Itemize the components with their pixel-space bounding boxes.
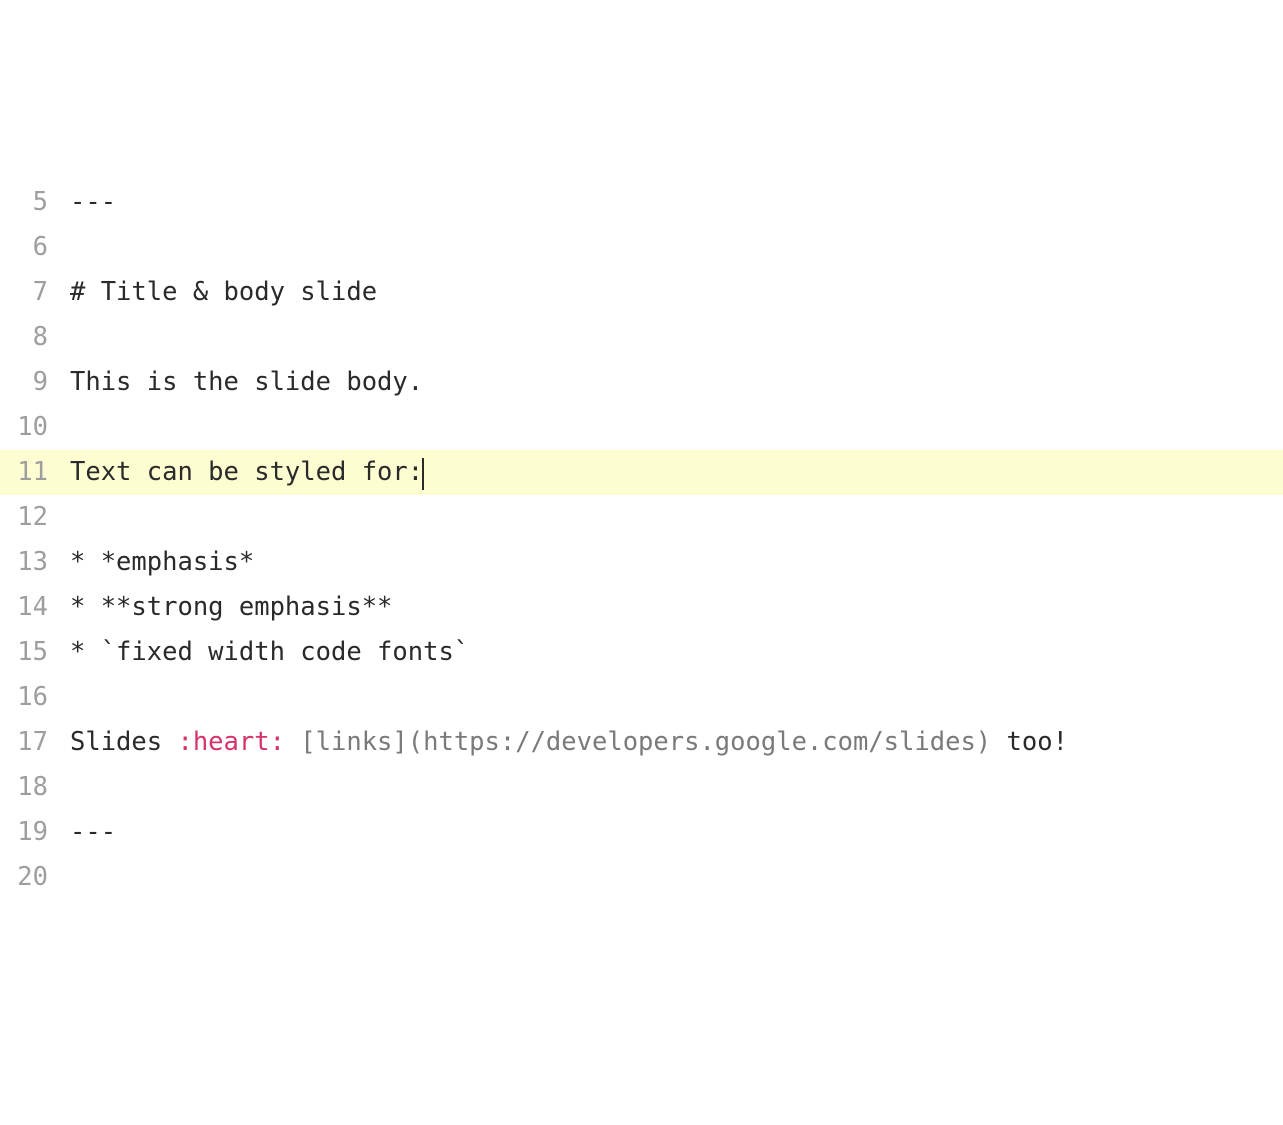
editor-line[interactable]: 17Slides :heart: [links](https://develop… (0, 720, 1283, 765)
line-number: 9 (0, 360, 70, 405)
editor-line[interactable]: 18 (0, 765, 1283, 810)
line-number: 12 (0, 495, 70, 540)
code-segment: * *emphasis* (70, 547, 254, 577)
editor-line[interactable]: 7# Title & body slide (0, 270, 1283, 315)
code-editor[interactable]: 5---67# Title & body slide89This is the … (0, 180, 1283, 900)
line-number: 18 (0, 765, 70, 810)
code-segment: too! (991, 727, 1068, 757)
editor-line[interactable]: 16 (0, 675, 1283, 720)
code-segment: [links](https://developers.google.com/sl… (300, 727, 991, 757)
line-number: 10 (0, 405, 70, 450)
line-content[interactable]: * *emphasis* (70, 540, 1283, 585)
editor-line[interactable]: 5--- (0, 180, 1283, 225)
editor-line[interactable]: 20 (0, 855, 1283, 900)
editor-line[interactable]: 12 (0, 495, 1283, 540)
line-number: 13 (0, 540, 70, 585)
editor-line[interactable]: 9This is the slide body. (0, 360, 1283, 405)
editor-line[interactable]: 14* **strong emphasis** (0, 585, 1283, 630)
line-content[interactable]: Slides :heart: [links](https://developer… (70, 720, 1283, 765)
line-number: 14 (0, 585, 70, 630)
code-segment: * **strong emphasis** (70, 592, 392, 622)
line-number: 8 (0, 315, 70, 360)
line-number: 5 (0, 180, 70, 225)
code-segment (285, 727, 300, 757)
editor-line[interactable]: 13* *emphasis* (0, 540, 1283, 585)
line-number: 16 (0, 675, 70, 720)
line-content[interactable]: * `fixed width code fonts` (70, 630, 1283, 675)
line-number: 6 (0, 225, 70, 270)
line-content[interactable]: This is the slide body. (70, 360, 1283, 405)
text-cursor (422, 458, 424, 490)
line-number: 19 (0, 810, 70, 855)
code-segment: --- (70, 817, 116, 847)
code-segment: * `fixed width code fonts` (70, 637, 469, 667)
editor-line[interactable]: 11Text can be styled for: (0, 450, 1283, 495)
editor-line[interactable]: 10 (0, 405, 1283, 450)
code-segment: --- (70, 187, 116, 217)
line-content[interactable]: * **strong emphasis** (70, 585, 1283, 630)
line-number: 15 (0, 630, 70, 675)
code-segment: # Title & body slide (70, 277, 377, 307)
line-number: 11 (0, 450, 70, 495)
code-segment: Text can be styled for: (70, 457, 423, 487)
code-segment: :heart: (177, 727, 284, 757)
line-content[interactable]: Text can be styled for: (70, 450, 1283, 495)
editor-line[interactable]: 8 (0, 315, 1283, 360)
line-content[interactable]: --- (70, 810, 1283, 855)
editor-line[interactable]: 6 (0, 225, 1283, 270)
code-segment: This is the slide body. (70, 367, 423, 397)
line-content[interactable]: # Title & body slide (70, 270, 1283, 315)
editor-line[interactable]: 19--- (0, 810, 1283, 855)
line-content[interactable]: --- (70, 180, 1283, 225)
line-number: 20 (0, 855, 70, 900)
line-number: 17 (0, 720, 70, 765)
code-segment: Slides (70, 727, 177, 757)
editor-line[interactable]: 15* `fixed width code fonts` (0, 630, 1283, 675)
line-number: 7 (0, 270, 70, 315)
